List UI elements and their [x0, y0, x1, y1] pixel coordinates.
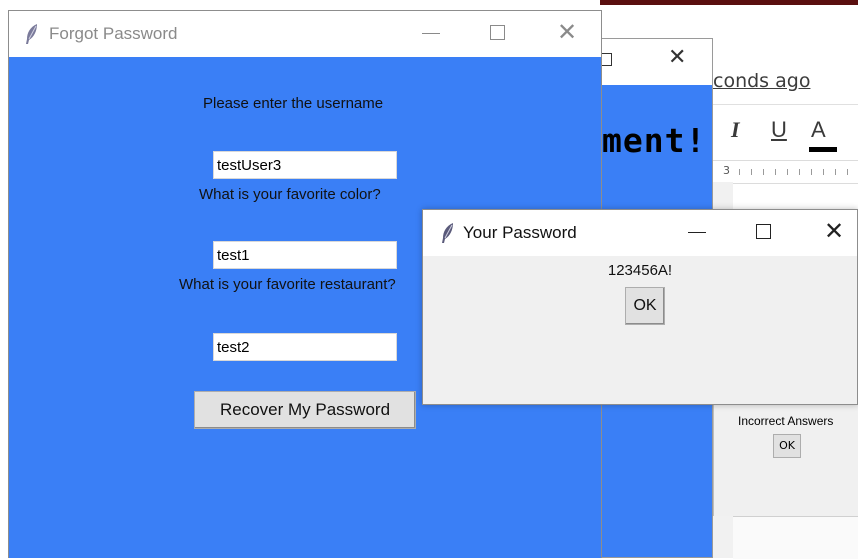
feather-icon — [26, 24, 37, 44]
incorrect-answers-ok-button[interactable]: OK — [773, 434, 801, 458]
maximize-button[interactable] — [490, 25, 505, 40]
document-top-border — [600, 0, 858, 5]
recover-password-button[interactable]: Recover My Password — [194, 391, 416, 429]
minimize-button[interactable] — [688, 232, 706, 233]
favorite-color-label: What is your favorite color? — [199, 186, 381, 203]
your-password-dialog: Your Password ✕ 123456A! OK — [422, 209, 858, 405]
forgot-password-titlebar: Forgot Password ✕ — [9, 11, 601, 57]
background-window-heading: ment! — [602, 121, 707, 160]
ok-button[interactable]: OK — [625, 287, 665, 325]
formatting-toolbar: I U A — [713, 104, 858, 159]
document-footer-area — [733, 516, 858, 559]
username-label: Please enter the username — [203, 95, 384, 112]
document-ruler: 3 — [713, 160, 858, 184]
recovered-password-text: 123456A! — [607, 262, 673, 279]
font-color-swatch — [809, 147, 837, 152]
maximize-button[interactable] — [756, 224, 771, 239]
close-button[interactable]: ✕ — [668, 47, 686, 69]
feather-icon — [442, 223, 453, 243]
close-button[interactable]: ✕ — [824, 219, 844, 243]
font-color-button[interactable]: A — [811, 117, 826, 143]
favorite-restaurant-label: What is your favorite restaurant? — [179, 276, 396, 293]
username-field[interactable] — [213, 151, 397, 179]
favorite-color-field[interactable] — [213, 241, 397, 269]
minimize-button[interactable] — [422, 33, 440, 34]
your-password-titlebar: Your Password ✕ — [423, 210, 857, 256]
favorite-restaurant-field[interactable] — [213, 333, 397, 361]
background-window-titlebar: ✕ — [586, 39, 712, 85]
ruler-ticks — [739, 169, 854, 175]
incorrect-answers-message: Incorrect Answers — [738, 414, 834, 428]
dialog-title: Your Password — [463, 223, 577, 242]
incorrect-answers-dialog: Incorrect Answers OK — [713, 404, 858, 516]
ruler-number: 3 — [723, 164, 730, 177]
window-title: Forgot Password — [49, 24, 178, 43]
italic-button[interactable]: I — [731, 117, 740, 143]
last-edit-link[interactable]: conds ago — [713, 70, 810, 92]
close-button[interactable]: ✕ — [557, 20, 577, 44]
underline-button[interactable]: U — [771, 117, 787, 143]
